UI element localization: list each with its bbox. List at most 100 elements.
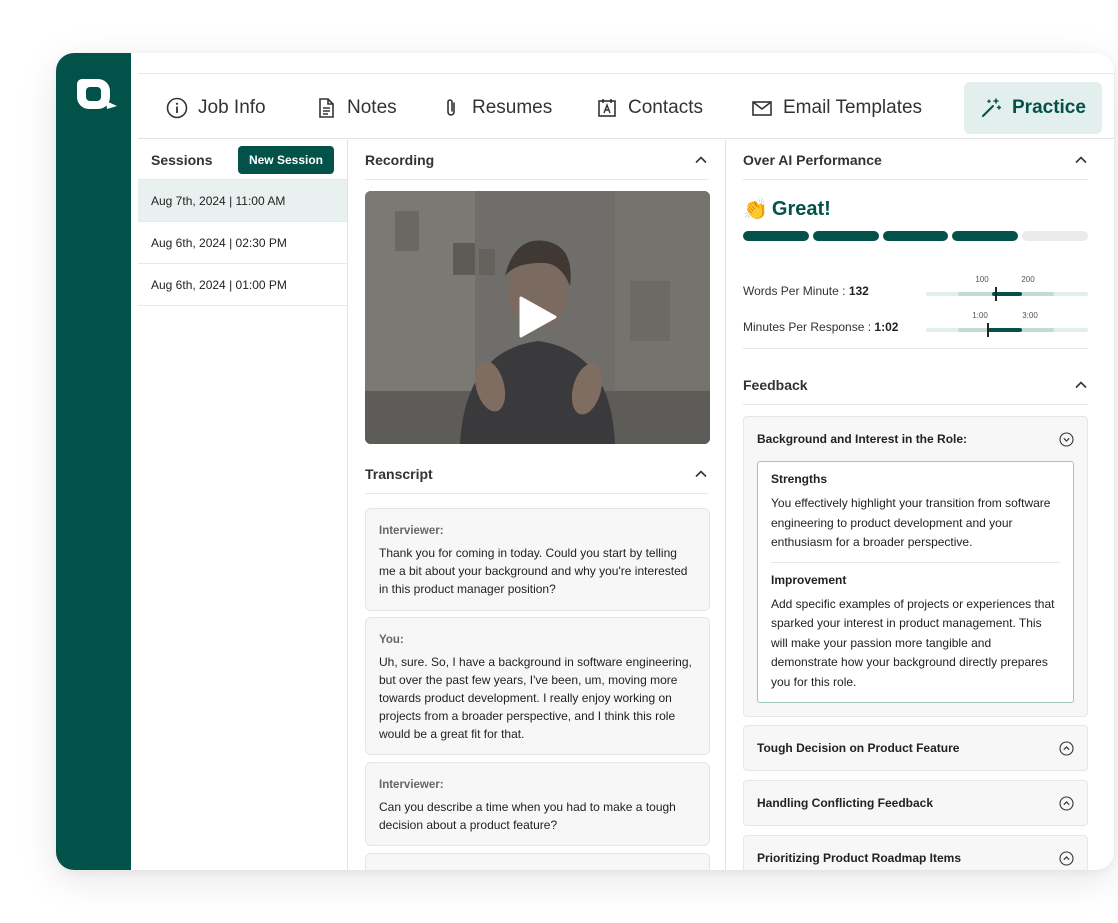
- sessions-header: Sessions New Session: [138, 140, 347, 180]
- feedback-header: Feedback: [743, 365, 1088, 405]
- recording-transcript-panel: Recording Transcript Interviewer: Thank …: [348, 140, 726, 870]
- sessions-title: Sessions: [151, 151, 213, 168]
- rating-segment-filled: [812, 231, 879, 241]
- session-item[interactable]: Aug 7th, 2024 | 11:00 AM: [138, 180, 347, 222]
- transcript-entry: You: Uh, sure. So, I have a background i…: [365, 617, 710, 755]
- video-player[interactable]: [365, 191, 710, 444]
- chevron-up-icon[interactable]: [1074, 378, 1088, 392]
- transcript-title: Transcript: [365, 465, 433, 482]
- chevron-up-icon[interactable]: [694, 153, 708, 167]
- feedback-item-title: Prioritizing Product Roadmap Items: [757, 851, 962, 865]
- play-icon[interactable]: [515, 295, 559, 339]
- metric-minutes-per-response: Minutes Per Response : 1:02: [743, 320, 898, 334]
- paperclip-icon: [447, 99, 455, 116]
- app-logo-icon[interactable]: [73, 75, 119, 113]
- performance-header: Over AI Performance: [743, 140, 1088, 180]
- feedback-item[interactable]: Tough Decision on Product Feature: [743, 725, 1088, 771]
- transcript-header: Transcript: [365, 454, 708, 494]
- strengths-label: Strengths: [771, 472, 828, 486]
- chevron-up-icon[interactable]: [694, 467, 708, 481]
- scale-tick-label: 1:00: [972, 311, 988, 320]
- envelope-icon: [752, 101, 772, 116]
- feedback-item-title: Handling Conflicting Feedback: [757, 796, 934, 810]
- feedback-item[interactable]: Prioritizing Product Roadmap Items: [743, 835, 1088, 870]
- feedback-item[interactable]: Handling Conflicting Feedback: [743, 780, 1088, 826]
- recording-header: Recording: [365, 140, 708, 180]
- transcript-entry: [365, 853, 710, 870]
- sessions-panel: Sessions New Session Aug 7th, 2024 | 11:…: [138, 140, 348, 870]
- transcript-text: Thank you for coming in today. Could you…: [379, 546, 688, 596]
- rating-segment-empty: [1022, 231, 1088, 241]
- speaker-label: Interviewer:: [379, 779, 444, 791]
- speaker-label: You:: [379, 634, 404, 646]
- feedback-item-expanded: Background and Interest in the Role: Str…: [743, 416, 1088, 717]
- feedback-item-header[interactable]: Handling Conflicting Feedback: [744, 781, 1087, 825]
- feedback-item-header[interactable]: Prioritizing Product Roadmap Items: [744, 836, 1087, 870]
- feedback-item-title: Background and Interest in the Role:: [757, 432, 968, 446]
- chevron-down-circle-icon[interactable]: [1059, 431, 1074, 447]
- transcript-text: Uh, sure. So, I have a background in sof…: [379, 655, 692, 741]
- scale-needle: [995, 287, 997, 301]
- tab-label: Practice: [1012, 97, 1086, 118]
- rating-segment-filled: [743, 231, 809, 241]
- transcript-text: Can you describe a time when you had to …: [379, 800, 676, 832]
- scale-needle: [987, 323, 989, 337]
- wpm-scale: 100 200: [926, 275, 1088, 305]
- tab-label: Email Templates: [783, 97, 923, 118]
- rating-bar: [743, 231, 1088, 241]
- feedback-title: Feedback: [743, 376, 808, 393]
- chevron-up-icon[interactable]: [1074, 153, 1088, 167]
- tab-notes[interactable]: Notes: [315, 82, 397, 134]
- tab-label: Notes: [347, 97, 397, 118]
- metric-value: 1:02: [874, 320, 899, 334]
- app-window: Job Info Notes Resumes Contacts Email Te…: [56, 53, 1114, 870]
- side-rail: [56, 53, 131, 870]
- clapping-hands-icon: 👏: [743, 199, 768, 221]
- transcript-entry: Interviewer: Can you describe a time whe…: [365, 762, 710, 846]
- session-item[interactable]: Aug 6th, 2024 | 01:00 PM: [138, 264, 347, 306]
- contact-card-icon: [598, 99, 616, 117]
- tab-contacts[interactable]: Contacts: [596, 82, 703, 134]
- tab-label: Resumes: [472, 97, 553, 118]
- new-session-button[interactable]: New Session: [237, 145, 334, 174]
- divider: [771, 561, 1060, 563]
- tab-resumes[interactable]: Resumes: [440, 82, 552, 134]
- rating-segment-filled: [882, 231, 949, 241]
- metric-words-per-minute: Words Per Minute : 132: [743, 284, 869, 298]
- feedback-item-header[interactable]: Background and Interest in the Role:: [744, 417, 1087, 461]
- scale-tick-label: 100: [975, 275, 989, 284]
- transcript-entry: Interviewer: Thank you for coming in tod…: [365, 508, 710, 611]
- performance-panel: Over AI Performance 👏 Great! Words Per M…: [743, 140, 1088, 870]
- chevron-up-circle-icon[interactable]: [1059, 740, 1074, 756]
- chevron-up-circle-icon[interactable]: [1059, 795, 1074, 811]
- magic-wand-icon: [982, 98, 1002, 117]
- tab-practice[interactable]: Practice: [964, 82, 1102, 134]
- feedback-item-title: Tough Decision on Product Feature: [757, 741, 960, 755]
- chevron-up-circle-icon[interactable]: [1059, 850, 1074, 866]
- recording-title: Recording: [365, 151, 435, 168]
- rating-segment-filled: [952, 231, 1019, 241]
- rating-label: Great!: [771, 198, 831, 220]
- tab-job-info[interactable]: Job Info: [166, 82, 266, 134]
- metric-label: Minutes Per Response :: [743, 320, 875, 334]
- top-tabs: Job Info Notes Resumes Contacts Email Te…: [138, 74, 1114, 139]
- feedback-item-header[interactable]: Tough Decision on Product Feature: [744, 726, 1087, 770]
- metric-value: 132: [848, 284, 869, 298]
- mpr-scale: 1:00 3:00: [926, 311, 1088, 341]
- metric-label: Words Per Minute :: [743, 284, 849, 298]
- tab-email-templates[interactable]: Email Templates: [751, 82, 922, 134]
- divider: [743, 348, 1088, 349]
- improvement-label: Improvement: [771, 572, 847, 587]
- strengths-text: You effectively highlight your transitio…: [771, 496, 1051, 549]
- scale-optimal: [988, 328, 1022, 332]
- session-item[interactable]: Aug 6th, 2024 | 02:30 PM: [138, 222, 347, 264]
- main-content: Job Info Notes Resumes Contacts Email Te…: [138, 73, 1114, 870]
- speaker-label: Interviewer:: [379, 525, 444, 537]
- tab-label: Contacts: [628, 97, 703, 118]
- info-icon: [166, 97, 188, 119]
- scale-tick-label: 200: [1021, 275, 1035, 284]
- tab-label: Job Info: [198, 97, 266, 118]
- feedback-details: Strengths You effectively highlight your…: [757, 461, 1074, 703]
- scale-tick-label: 3:00: [1022, 311, 1038, 320]
- document-icon: [319, 98, 334, 118]
